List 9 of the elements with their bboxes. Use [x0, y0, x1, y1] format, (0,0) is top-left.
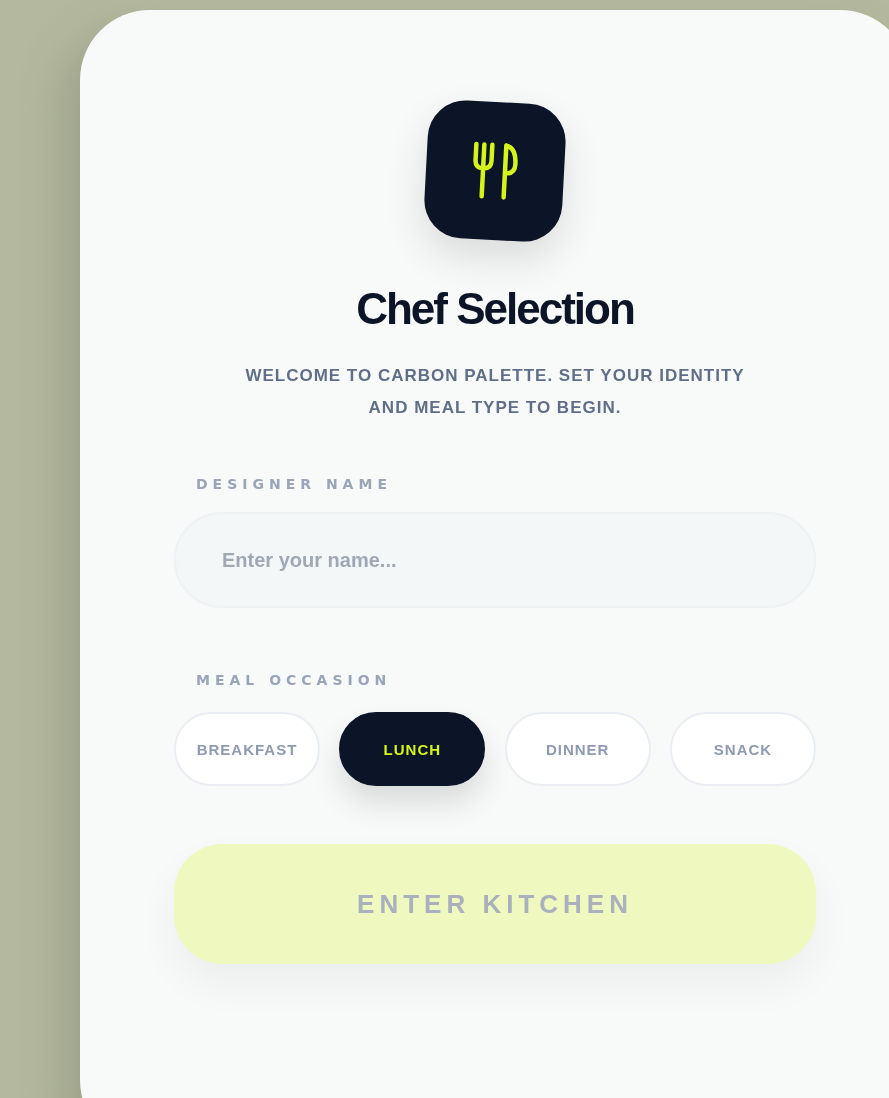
field-label: DESIGNER NAME [195, 476, 393, 492]
meal-option-chip[interactable]: LUNCH [339, 712, 486, 786]
meal-option-chip[interactable]: DINNER [504, 712, 651, 786]
title: Chef Selection [356, 284, 634, 334]
subtitle: WELCOME TO CARBON PALETTE. SET YOUR IDENTITY AND MEAL TYPE TO BEGIN. [244, 365, 746, 419]
meal-option-chip[interactable]: BREAKFAST [174, 712, 320, 786]
meal-option-chip[interactable]: SNACK [670, 712, 816, 786]
name-input-field[interactable]: Enter your name... [174, 512, 816, 608]
field-label: MEAL OCCASION [195, 672, 393, 688]
